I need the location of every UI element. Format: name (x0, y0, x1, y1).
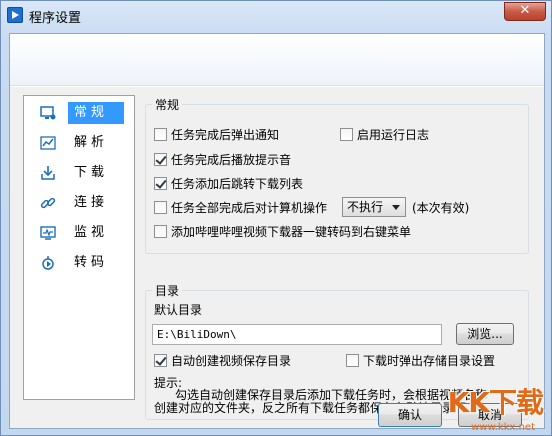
sidebar-item-label: 转码 (74, 255, 109, 270)
sidebar-item-download[interactable]: 下载 (30, 160, 134, 186)
sidebar-item-connection[interactable]: 连接 (30, 190, 134, 216)
auto-create-dir-checkbox-box[interactable] (154, 354, 167, 367)
sidebar-item-parse[interactable]: 解析 (30, 130, 134, 156)
jump-checkbox-label: 任务添加后跳转下载列表 (171, 177, 304, 191)
log-checkbox-label: 启用运行日志 (357, 128, 430, 142)
window-title: 程序设置 (29, 11, 82, 26)
after-complete-select[interactable]: 不执行 (342, 197, 406, 217)
log-checkbox[interactable]: 启用运行日志 (340, 127, 429, 143)
default-directory-input[interactable]: E:\BiliDown\ (152, 324, 442, 345)
popup-dir-checkbox[interactable]: 下载时弹出存储目录设置 (346, 353, 495, 369)
context-menu-checkbox-box[interactable] (154, 225, 167, 238)
settings-body: 常规 解析 下载 连接 监视 转码 常规 任务完成后弹出通知 启用运行日志 任务… (10, 87, 544, 428)
action-note: (本次有效) (412, 201, 470, 215)
notify-checkbox[interactable]: 任务完成后弹出通知 (154, 127, 279, 143)
notify-checkbox-label: 任务完成后弹出通知 (171, 128, 280, 142)
watermark-url: www.kkx.net (471, 422, 535, 433)
sidebar-item-monitor[interactable]: 监视 (30, 220, 134, 246)
transcode-icon (42, 256, 54, 270)
after-complete-checkbox[interactable]: 任务全部完成后对计算机操作 (154, 200, 327, 216)
watermark-logo: KK下载 (447, 386, 544, 419)
sidebar-item-general[interactable]: 常规 (30, 100, 134, 126)
category-sidebar: 常规 解析 下载 连接 监视 转码 (23, 95, 135, 400)
sound-checkbox-label: 任务完成后播放提示音 (171, 153, 292, 167)
download-icon (41, 166, 55, 180)
after-complete-checkbox-label: 任务全部完成后对计算机操作 (171, 201, 328, 215)
sidebar-item-label: 下载 (74, 165, 109, 180)
browse-button[interactable]: 浏览... (456, 323, 514, 345)
log-checkbox-box[interactable] (340, 128, 353, 141)
context-menu-checkbox-label: 添加哔哩哔哩视频下载器一键转码到右键菜单 (171, 225, 412, 239)
jump-checkbox-box[interactable] (154, 177, 167, 190)
ok-button[interactable]: 确认 (378, 403, 442, 427)
popup-dir-checkbox-label: 下载时弹出存储目录设置 (363, 354, 496, 368)
sidebar-item-label: 连接 (74, 195, 109, 210)
app-icon (7, 7, 23, 23)
title-bar[interactable]: 程序设置 ✕ (1, 1, 551, 29)
after-complete-checkbox-box[interactable] (154, 201, 167, 214)
popup-dir-checkbox-box[interactable] (346, 354, 359, 367)
general-group-title: 常规 (152, 96, 183, 113)
monitor-settings-icon (40, 106, 56, 120)
header-band (10, 34, 544, 86)
directory-group-title: 目录 (152, 282, 183, 299)
dialog-client-area: 常规 解析 下载 连接 监视 转码 常规 任务完成后弹出通知 启用运行日志 任务… (9, 33, 545, 429)
close-button[interactable]: ✕ (504, 2, 546, 21)
default-directory-label: 默认目录 (154, 303, 203, 317)
monitor-icon (40, 226, 56, 240)
notify-checkbox-box[interactable] (154, 128, 167, 141)
sound-checkbox-box[interactable] (154, 153, 167, 166)
settings-window: 程序设置 ✕ 常规 解析 下载 连接 监视 转码 常规 任务完成后弹出通知 启用… (0, 0, 552, 436)
sidebar-item-label: 监视 (74, 225, 109, 240)
link-icon (40, 197, 56, 209)
jump-checkbox[interactable]: 任务添加后跳转下载列表 (154, 176, 303, 192)
chevron-down-icon (392, 205, 400, 210)
chart-icon (40, 136, 56, 150)
context-menu-checkbox[interactable]: 添加哔哩哔哩视频下载器一键转码到右键菜单 (154, 224, 411, 240)
auto-create-dir-checkbox[interactable]: 自动创建视频保存目录 (154, 353, 291, 369)
after-complete-select-value: 不执行 (347, 200, 384, 214)
auto-create-dir-checkbox-label: 自动创建视频保存目录 (171, 354, 292, 368)
sidebar-item-transcode[interactable]: 转码 (30, 250, 134, 276)
sidebar-item-label: 解析 (74, 135, 109, 150)
sound-checkbox[interactable]: 任务完成后播放提示音 (154, 152, 291, 168)
sidebar-item-label: 常规 (68, 102, 124, 124)
